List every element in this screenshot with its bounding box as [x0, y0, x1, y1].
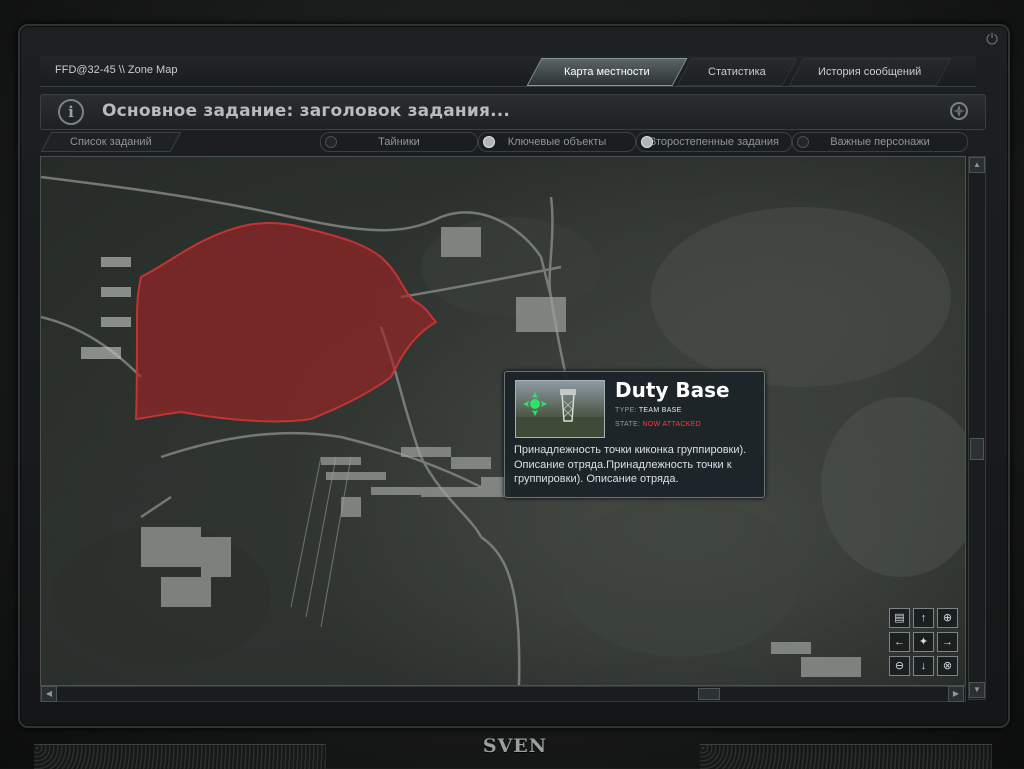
scroll-down-arrow-icon[interactable]: ▼ — [969, 682, 985, 698]
scroll-left-arrow-icon[interactable]: ◀ — [41, 686, 57, 702]
tab-statistics[interactable]: Статистика — [676, 58, 798, 86]
filter-important-characters-label: Важные персонажи — [830, 136, 930, 148]
popup-type-row: TYPE: TEAM BASE — [615, 407, 682, 414]
filter-side-tasks-checkbox[interactable] — [641, 136, 653, 148]
location-popup: Duty Base TYPE: TEAM BASE STATE: NOW ATT… — [504, 371, 765, 498]
popup-title: Duty Base — [615, 378, 730, 402]
compass-icon[interactable] — [949, 101, 969, 121]
zone-map[interactable] — [40, 156, 966, 686]
vertical-scrollbar[interactable] — [968, 156, 986, 700]
tab-message-history[interactable]: История сообщений — [788, 58, 952, 86]
window-title: FFD@32-45 \\ Zone Map — [55, 64, 178, 76]
horizontal-scrollbar[interactable] — [40, 686, 966, 702]
arrow-down-icon[interactable]: ↓ — [913, 656, 934, 676]
popup-state-value: NOW ATTACKED — [642, 421, 702, 428]
power-icon[interactable]: ⏻ — [982, 30, 1002, 50]
popup-type-label: TYPE: — [615, 407, 637, 414]
tab-statistics-label: Статистика — [708, 66, 766, 78]
tab-map[interactable]: Карта местности — [526, 58, 688, 86]
popup-description: Принадлежность точки киконка группировки… — [514, 444, 747, 485]
filter-stashes[interactable]: Тайники — [320, 132, 478, 152]
marker-icon — [523, 392, 547, 416]
location-thumbnail — [515, 380, 605, 438]
task-list-tab[interactable]: Список заданий — [40, 132, 182, 152]
tab-map-label: Карта местности — [564, 66, 650, 78]
arrow-left-icon[interactable]: ← — [889, 632, 910, 652]
brand-logo: SVEN — [482, 735, 548, 757]
scroll-up-arrow-icon[interactable]: ▲ — [969, 157, 985, 173]
zoom-reset-icon[interactable]: ⊗ — [937, 656, 958, 676]
filter-stashes-checkbox[interactable] — [325, 136, 337, 148]
map-terrain — [41, 175, 965, 685]
filter-key-objects[interactable]: Ключевые объекты — [478, 132, 636, 152]
arrow-up-icon[interactable]: ↑ — [913, 608, 934, 628]
filter-important-characters-checkbox[interactable] — [797, 136, 809, 148]
zoom-out-icon[interactable]: ⊖ — [889, 656, 910, 676]
right-speaker-grille — [700, 744, 992, 769]
task-list-label: Список заданий — [70, 136, 152, 148]
filter-side-tasks[interactable]: Второстепенные задания — [636, 132, 792, 152]
info-icon[interactable]: i — [58, 99, 84, 125]
document-icon[interactable]: ▤ — [889, 608, 910, 628]
popup-state-label: STATE: — [615, 421, 641, 428]
popup-state-row: STATE: NOW ATTACKED — [615, 421, 701, 428]
player-center-icon[interactable]: ✦ — [913, 632, 934, 652]
main-task-title: Основное задание: заголовок задания... — [102, 101, 511, 121]
arrow-right-icon[interactable]: → — [937, 632, 958, 652]
tab-message-history-label: История сообщений — [818, 66, 922, 78]
filter-side-tasks-label: Второстепенные задания — [649, 136, 779, 148]
filter-key-objects-label: Ключевые объекты — [507, 136, 607, 148]
filter-important-characters[interactable]: Важные персонажи — [792, 132, 968, 152]
map-navigation-pad: ▤ ↑ ⊕ ← ✦ → ⊖ ↓ ⊗ — [889, 608, 961, 678]
zone-highlight[interactable] — [134, 221, 438, 423]
horizontal-scroll-thumb[interactable] — [698, 688, 720, 700]
filter-key-objects-checkbox[interactable] — [483, 136, 495, 148]
vertical-scroll-thumb[interactable] — [970, 438, 984, 460]
popup-type-value: TEAM BASE — [638, 407, 682, 414]
zoom-in-icon[interactable]: ⊕ — [937, 608, 958, 628]
scroll-right-arrow-icon[interactable]: ▶ — [948, 686, 964, 702]
filter-stashes-label: Тайники — [378, 136, 420, 148]
left-speaker-grille — [34, 744, 326, 769]
